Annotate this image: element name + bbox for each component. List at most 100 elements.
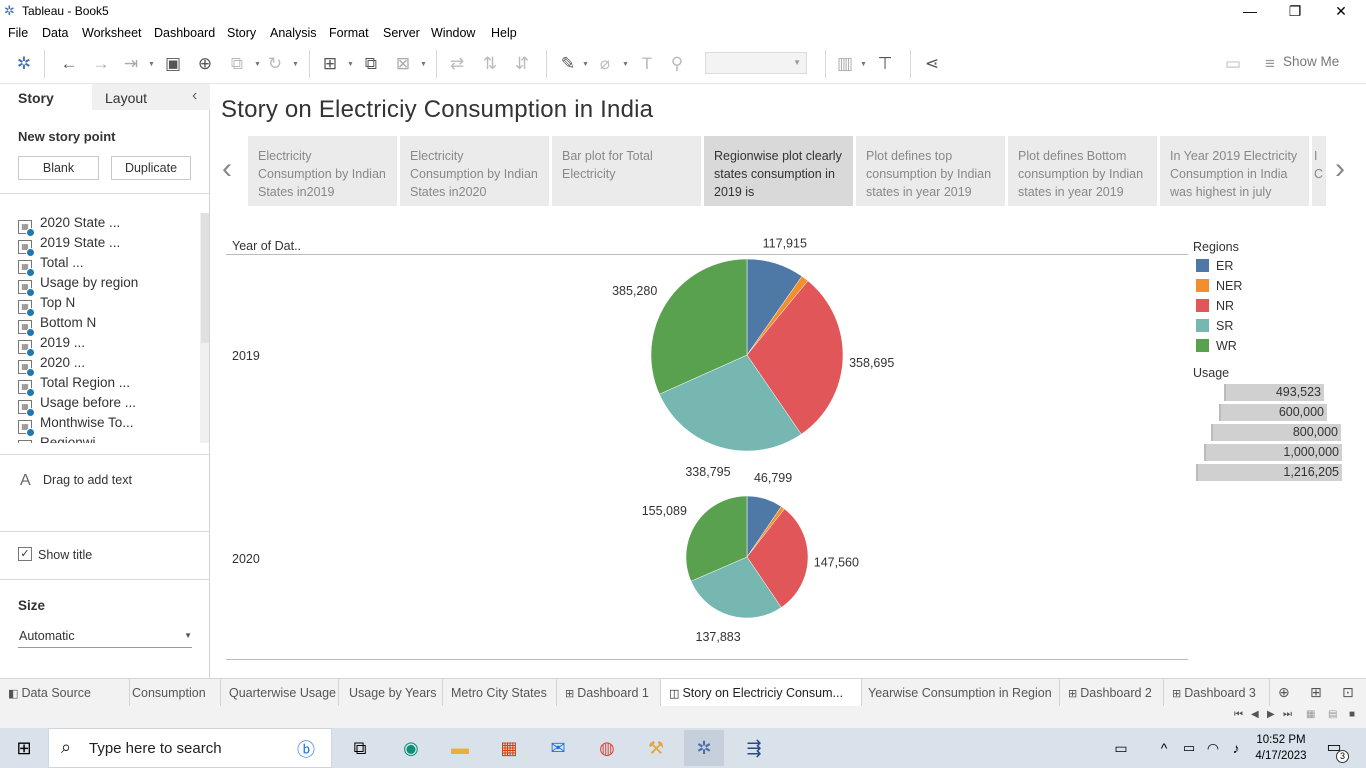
menu-worksheet[interactable]: Worksheet [82,26,142,40]
sheet-item[interactable]: ▦ Usage by region [18,275,138,297]
file-explorer-icon[interactable]: ▬ [446,736,474,760]
pie-slice-2020-sr[interactable] [690,556,782,619]
edge-icon[interactable]: ◉ [397,736,425,760]
new-worksheet-icon[interactable]: ⊞ [319,53,341,75]
sheet-list-scroll-thumb[interactable] [201,213,209,343]
tab-sheet[interactable]: Consumption [130,679,221,707]
group-dropdown-icon[interactable]: ▼ [622,61,629,68]
previous-story-point-icon[interactable]: ‹ [222,152,232,186]
fix-axes-icon[interactable]: ⚲ [666,53,688,75]
redo-icon[interactable]: → [90,53,112,75]
sheet-item[interactable]: ▦ Top N [18,295,75,317]
fit-size-combo[interactable]: ▼ [705,52,807,74]
volume-icon[interactable]: ♪ [1222,736,1250,760]
menu-file[interactable]: File [8,26,28,40]
menu-window[interactable]: Window [431,26,475,40]
story-point[interactable]: Electricity Consumption by Indian States… [400,136,549,206]
sheet-item[interactable]: ▦ 2019 ... [18,335,85,357]
size-legend-item[interactable]: 1,000,000 [1204,444,1342,461]
story-point[interactable]: In Year 2019 Electricity Consumption in … [1160,136,1309,206]
new-dashboard-icon[interactable]: ⊞ [1310,684,1322,701]
tab-story-active[interactable]: ◫ Story on Electriciy Consum... [661,679,862,707]
duplicate-sheet-icon[interactable]: ⧉ [360,53,382,75]
chrome-icon[interactable]: ◍ [593,736,621,760]
menu-data[interactable]: Data [42,26,68,40]
previous-tab-icon[interactable]: ◀ [1251,709,1259,720]
show-tabs-icon[interactable]: ■ [1349,709,1355,720]
legend-item-nr[interactable]: NR [1196,299,1234,313]
first-tab-icon[interactable]: ⏮ [1234,709,1243,720]
story-point[interactable]: Plot defines top consumption by Indian s… [856,136,1005,206]
story-point[interactable]: Electricity Consumption by Indian States… [248,136,397,206]
pie-slice-2020-ner[interactable] [746,506,785,558]
size-select[interactable]: Automatic ▼ [18,626,192,648]
tableau-home-icon[interactable]: ✲ [13,53,35,75]
windows-start-icon[interactable]: ⊞ [10,736,38,760]
duplicate-button[interactable]: Duplicate [111,156,191,180]
legend-item-ner[interactable]: NER [1196,279,1242,293]
labels-icon[interactable]: T [636,53,658,75]
sheet-item[interactable]: ▦ 2020 State ... [18,215,120,237]
tab-sheet[interactable]: Usage by Years [339,679,443,707]
pie-slice-2020-nr[interactable] [746,508,809,608]
replay-dropdown-icon[interactable]: ▼ [148,61,155,68]
tab-sheet[interactable]: Metro City States [443,679,557,707]
year-label-2019[interactable]: 2019 [232,349,260,363]
sheet-item[interactable]: ▦ Monthwise To... [18,415,134,437]
size-legend-item[interactable]: 600,000 [1219,404,1327,421]
sheet-item[interactable]: ▦ Bottom N [18,315,96,337]
pause-dropdown-icon[interactable]: ▼ [254,61,261,68]
sheet-item[interactable]: ▦ Usage before ... [18,395,136,417]
presentation-mode-icon[interactable]: ⊤ [874,53,896,75]
tab-sheet[interactable]: Quarterwise Usage [221,679,339,707]
tab-data-source[interactable]: ◧ Data Source [0,679,130,707]
group-icon[interactable]: ⌀ [594,53,616,75]
store-icon[interactable]: ▦ [495,736,523,760]
menu-dashboard[interactable]: Dashboard [154,26,215,40]
minimize-button[interactable]: — [1227,0,1273,22]
new-worksheet-dropdown-icon[interactable]: ▼ [347,61,354,68]
mail-icon[interactable]: ✉ [544,736,572,760]
tools-app-icon[interactable]: ⚒ [642,736,670,760]
next-tab-icon[interactable]: ▶ [1267,709,1275,720]
show-me-button[interactable]: Show Me [1283,54,1339,69]
blank-button[interactable]: Blank [18,156,99,180]
pause-updates-icon[interactable]: ⧉ [226,53,248,75]
show-cards-icon[interactable]: ▭ [1222,53,1244,75]
new-worksheet-icon[interactable]: ⊕ [1278,684,1290,701]
next-story-point-icon[interactable]: › [1335,152,1345,186]
taskbar-clock[interactable]: 10:52 PM 4/17/2023 [1253,732,1309,764]
size-legend-item[interactable]: 493,523 [1224,384,1324,401]
fit-icon[interactable]: ▥ [834,53,856,75]
pie-slice-2019-sr[interactable] [659,354,802,452]
sort-descending-icon[interactable]: ⇵ [511,53,533,75]
clear-dropdown-icon[interactable]: ▼ [420,61,427,68]
sheet-item[interactable]: ▦ Regionwi... [18,435,107,443]
tab-story[interactable]: Story [0,84,92,110]
tableau-prep-icon[interactable]: ⇶ [740,736,768,760]
last-tab-icon[interactable]: ⏭ [1283,709,1292,720]
year-label-2020[interactable]: 2020 [232,552,260,566]
pie-slice-2020-er[interactable] [746,495,782,558]
story-point-active[interactable]: Regionwise plot clearly states consumpti… [704,136,853,206]
keyboard-icon[interactable]: ▭ [1107,736,1135,760]
pie-slice-2019-er[interactable] [746,258,803,356]
sheet-item[interactable]: ▦ 2020 ... [18,355,85,377]
fit-dropdown-icon[interactable]: ▼ [860,61,867,68]
sheet-item[interactable]: ▦ Total Region ... [18,375,130,397]
pie-slice-2019-wr[interactable] [650,258,748,395]
clear-sheet-icon[interactable]: ⊠ [392,53,414,75]
task-view-icon[interactable]: ⧉ [346,736,374,760]
story-point[interactable]: Plot defines Bottom consumption by India… [1008,136,1157,206]
pie-slice-2020-wr[interactable] [685,495,748,582]
collapse-pane-icon[interactable]: ‹ [192,87,197,105]
story-point[interactable]: Bar plot for Total Electricity [552,136,701,206]
tab-sheet[interactable]: Yearwise Consumption in Region [862,679,1060,707]
sort-ascending-icon[interactable]: ⇅ [479,53,501,75]
bing-icon[interactable]: ⓑ [297,736,315,762]
legend-item-sr[interactable]: SR [1196,319,1233,333]
menu-analysis[interactable]: Analysis [270,26,317,40]
save-icon[interactable]: ▣ [162,53,184,75]
show-title-checkbox[interactable]: ✓ [18,547,32,561]
legend-item-er[interactable]: ER [1196,259,1233,273]
